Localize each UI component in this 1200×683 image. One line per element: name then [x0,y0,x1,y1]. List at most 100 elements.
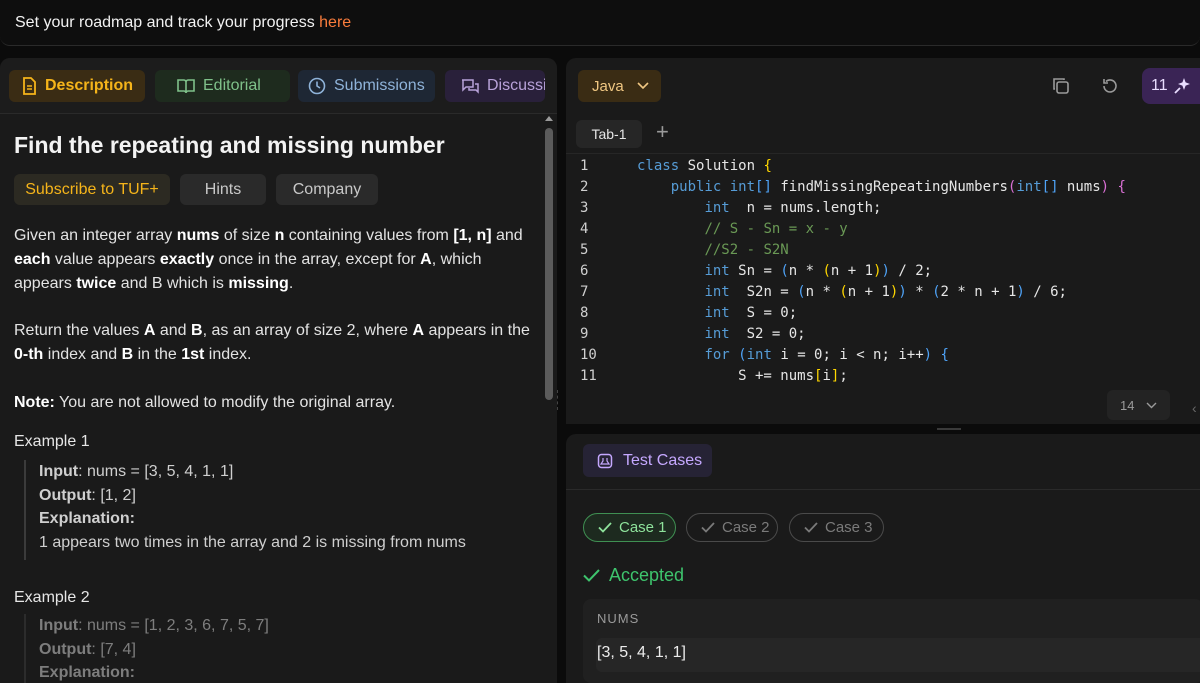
return-bold: B [191,322,203,339]
return-bold: 0-th [14,346,44,363]
scroll-up-arrow-icon[interactable] [545,116,553,121]
input-value: : nums = [1, 2, 3, 6, 7, 5, 7] [78,617,269,634]
statement-bold: each [14,251,51,268]
return-bold: A [412,322,425,339]
line-number: 7 [580,284,589,300]
return-text: in the [133,346,182,363]
test-cases-panel: Test Cases Case 1 Case 2 Case 3 Accepted… [566,434,1200,683]
return-text: , as an array of size 2, where [202,322,413,339]
line-number: 8 [580,305,589,321]
line-number: 10 [580,347,597,363]
case-1-button[interactable]: Case 1 [583,513,676,542]
chat-icon [462,79,479,94]
output-label: Output [39,486,92,504]
reset-icon[interactable] [1101,77,1119,95]
copy-icon[interactable] [1052,77,1070,95]
line-number: 9 [580,326,589,342]
case-label: Case 1 [619,519,667,536]
line-number: 6 [580,263,589,279]
return-text: and [155,322,192,339]
editor-tabbar: Tab-1 + [566,116,1200,154]
vertical-resize-handle[interactable] [937,428,961,430]
plus-icon[interactable]: + [656,121,669,143]
case-3-button[interactable]: Case 3 [789,513,884,542]
return-text: index and [43,346,122,363]
ai-credits-count: 11 [1151,77,1168,94]
code-line: 2 public int[] findMissingRepeatingNumbe… [566,177,1200,198]
example2-output: Output: [7, 4] [39,638,524,662]
code-line: 11 S += nums[i]; [566,366,1200,384]
statement-text: Given an integer array [14,227,177,244]
language-select[interactable]: Java [578,70,661,102]
statement-text: once in the array, except for [214,251,421,268]
scroll-thumb[interactable] [545,128,553,400]
sparkle-icon [1173,78,1190,94]
return-bold: 1st [181,346,205,363]
example1-block: Input: nums = [3, 5, 4, 1, 1] Output: [1… [24,460,524,560]
font-size-select[interactable]: 14 [1107,390,1170,420]
editor-tab[interactable]: Tab-1 [576,120,642,148]
tab-description-label: Description [45,77,134,94]
test-cases-header: Test Cases [566,434,1200,490]
statement-bold: n [274,227,285,244]
tab-submissions-label: Submissions [334,77,425,94]
check-icon [598,522,612,533]
flask-icon [597,453,613,468]
input-label: Input [39,463,79,480]
note-paragraph: Note: You are not allowed to modify the … [14,391,534,415]
statement-bold: exactly [159,251,215,268]
case-label: Case 3 [825,519,873,536]
note-text: You are not allowed to modify the origin… [54,394,396,411]
subscribe-button[interactable]: Subscribe to TUF+ [14,174,170,205]
line-number: 3 [580,200,589,216]
check-icon [583,569,600,582]
code-area[interactable]: 1 class Solution { 2 public int[] findMis… [566,156,1200,384]
tab-editorial-label: Editorial [203,77,261,94]
statement-bold: missing [228,275,289,292]
result-status: Accepted [583,565,684,586]
book-icon [177,79,195,94]
statement-text: of size [219,227,275,244]
code-line: 9 int S2 = 0; [566,324,1200,345]
code-editor-panel: Java 11 Tab-1 + 1 class Solution { 2 publ… [566,58,1200,424]
example1-output: Output: [1, 2] [39,484,524,508]
note-label: Note: [14,394,55,411]
return-text: appears in the [424,322,530,339]
line-number: 11 [580,368,597,384]
tab-discussion[interactable]: Discussi [445,70,545,102]
code-line: 8 int S = 0; [566,303,1200,324]
company-button[interactable]: Company [276,174,378,205]
tab-editorial[interactable]: Editorial [155,70,290,102]
code-line: 1 class Solution { [566,156,1200,177]
chevron-down-icon [637,82,649,90]
chevron-left-icon[interactable]: ‹ [1192,400,1197,416]
statement-bold: A [420,251,432,268]
panel-resize-handle[interactable] [557,390,563,410]
problem-content: Find the repeating and missing number Su… [14,132,534,683]
example1-explanation-label: Explanation: [39,510,136,527]
ai-credits-button[interactable]: 11 [1142,68,1200,104]
tab-description[interactable]: Description [9,70,145,102]
return-bold: B [121,346,134,363]
nums-value: [3, 5, 4, 1, 1] [596,638,1200,672]
statement-text: and B which is [116,275,229,292]
example1-explanation: 1 appears two times in the array and 2 i… [39,533,466,551]
statement-bold: [1, n] [453,227,492,244]
return-text: index. [204,346,252,363]
example1-title: Example 1 [14,433,90,450]
output-label: Output [39,640,92,658]
line-number: 4 [580,221,589,237]
hints-button[interactable]: Hints [180,174,266,205]
line-number: 5 [580,242,589,258]
example2-title: Example 2 [14,589,90,606]
problem-tabbar: Description Editorial Submissions Discus… [0,58,557,114]
banner-link[interactable]: here [319,14,351,31]
line-number: 1 [580,158,589,174]
statement-text: value appears [50,251,160,268]
clock-icon [308,77,326,95]
tab-submissions[interactable]: Submissions [298,70,435,102]
problem-scrollbar[interactable] [541,114,557,683]
banner-message: Set your roadmap and track your progress [15,14,320,31]
case-2-button[interactable]: Case 2 [686,513,778,542]
tab-test-cases[interactable]: Test Cases [583,444,712,477]
